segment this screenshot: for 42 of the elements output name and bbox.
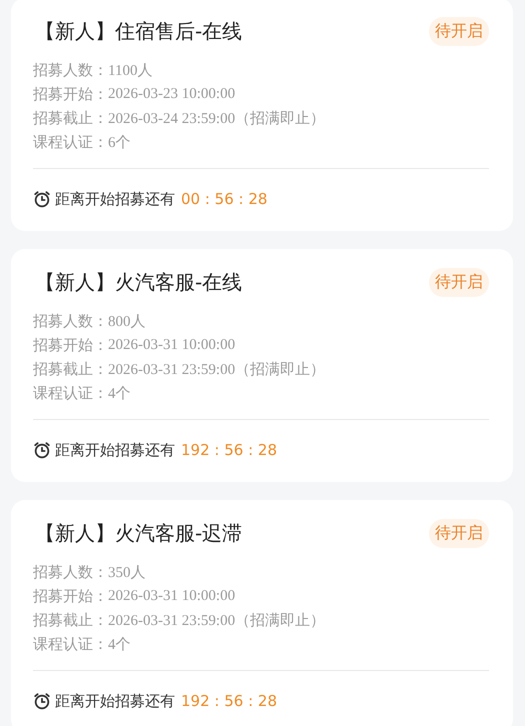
field-value: 2026-03-31 10:00:00 bbox=[108, 336, 236, 354]
alarm-clock-icon bbox=[33, 441, 51, 459]
field-label: 课程认证： bbox=[33, 132, 108, 152]
card-title: 【新人】火汽客服-在线 bbox=[35, 268, 242, 296]
status-badge: 待开启 bbox=[429, 268, 489, 296]
countdown-label: 距离开始招募还有 bbox=[55, 440, 175, 460]
field-value: 2026-03-31 10:00:00 bbox=[108, 588, 236, 604]
field-label: 招募人数： bbox=[33, 312, 108, 330]
field-label: 招募开始： bbox=[33, 586, 108, 606]
card-title: 【新人】火汽客服-迟滞 bbox=[35, 520, 242, 546]
field-label: 招募截止： bbox=[33, 108, 108, 128]
status-badge: 待开启 bbox=[429, 518, 489, 548]
field-value: 1100人 bbox=[108, 62, 152, 80]
recruitment-card[interactable]: 【新人】火汽客服-在线 待开启 招募人数：800人 招募开始：2026-03-31 10:00:00 招募截止：2026-03-31 23:59:00（招满即止） 课程认证：4个 距离开始招募还有 192 : 56 : 28 bbox=[11, 249, 513, 482]
recruitment-card[interactable]: 【新人】住宿售后-在线 待开启 招募人数：1100人 招募开始：2026-03-23 10:00:00 招募截止：2026-03-24 23:59:00（招满即止） 课程认证：6个 距离开始招募还有 00 : 56 : 28 bbox=[11, 0, 513, 231]
field-value: 6个 bbox=[108, 134, 130, 152]
alarm-clock-icon bbox=[33, 692, 51, 710]
field-label: 招募开始： bbox=[33, 84, 108, 104]
field-label: 课程认证： bbox=[33, 634, 108, 654]
countdown-timer: 00 : 56 : 28 bbox=[181, 190, 268, 208]
field-value: 2026-03-23 10:00:00 bbox=[108, 86, 236, 102]
field-label: 招募截止： bbox=[33, 360, 108, 378]
field-value: 350人 bbox=[108, 564, 146, 582]
field-value: 4个 bbox=[108, 636, 130, 654]
countdown-timer: 192 : 56 : 28 bbox=[181, 692, 277, 710]
recruitment-card[interactable]: 【新人】火汽客服-迟滞 待开启 招募人数：350人 招募开始：2026-03-31 10:00:00 招募截止：2026-03-31 23:59:00（招满即止） 课程认证：4个 距离开始招募还有 192 : 56 : 28 bbox=[11, 500, 513, 726]
field-value: 4个 bbox=[108, 384, 130, 402]
field-value: 2026-03-24 23:59:00（招满即止） bbox=[108, 110, 326, 128]
field-label: 招募截止： bbox=[33, 610, 108, 630]
status-badge: 待开启 bbox=[429, 16, 489, 46]
card-title: 【新人】住宿售后-在线 bbox=[35, 18, 242, 44]
countdown-label: 距离开始招募还有 bbox=[55, 692, 175, 710]
field-label: 课程认证： bbox=[33, 384, 108, 402]
field-label: 招募人数： bbox=[33, 60, 108, 80]
countdown-label: 距离开始招募还有 bbox=[55, 190, 175, 208]
alarm-clock-icon bbox=[33, 190, 51, 208]
countdown-timer: 192 : 56 : 28 bbox=[181, 441, 277, 459]
field-value: 2026-03-31 23:59:00（招满即止） bbox=[108, 612, 326, 630]
field-label: 招募人数： bbox=[33, 562, 108, 582]
field-value: 2026-03-31 23:59:00（招满即止） bbox=[108, 360, 326, 378]
field-label: 招募开始： bbox=[33, 336, 108, 354]
field-value: 800人 bbox=[108, 312, 146, 330]
